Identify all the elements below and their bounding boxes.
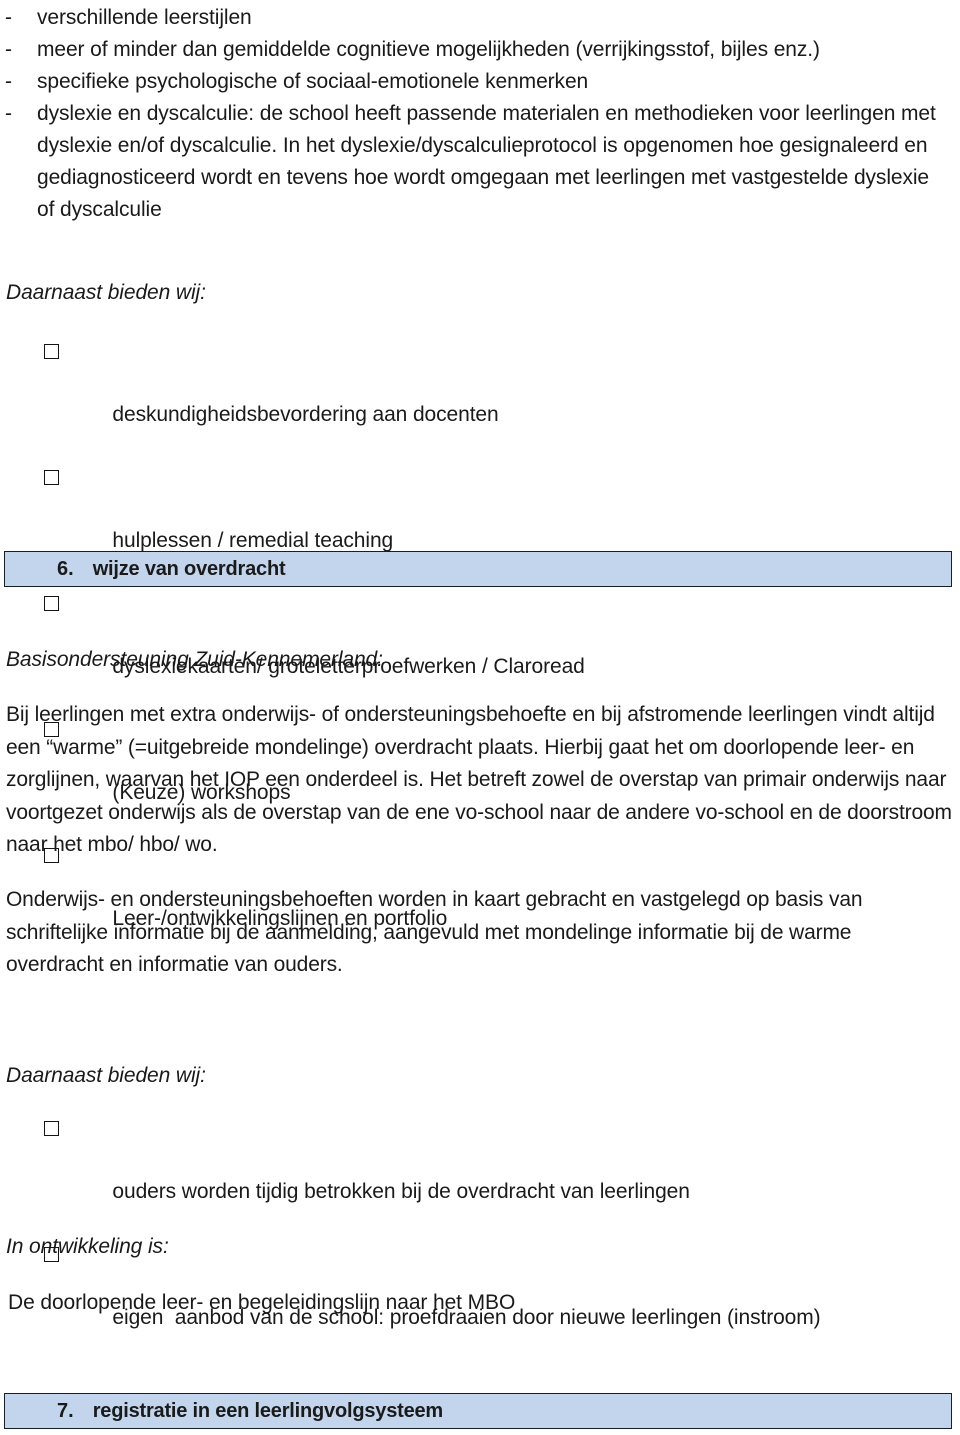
list-item: - verschillende leerstijlen — [0, 2, 960, 34]
section-title: wijze van overdracht — [92, 557, 286, 580]
list-item-label: deskundigheidsbevordering aan docenten — [112, 403, 499, 426]
offer-heading-1: Daarnaast bieden wij: — [6, 281, 206, 304]
list-item-text: specifieke psychologische of sociaal-emo… — [37, 70, 589, 93]
document-page: - verschillende leerstijlen - meer of mi… — [0, 0, 960, 1435]
list-item: - specifieke psychologische of sociaal-e… — [0, 66, 960, 98]
development-heading: In ontwikkeling is: — [6, 1235, 169, 1258]
list-item: - dyslexie en dyscalculie: de school hee… — [0, 98, 960, 226]
list-item-text: verschillende leerstijlen — [37, 6, 252, 29]
section-header-7: 7. registratie in een leerlingvolgsystee… — [4, 1393, 952, 1429]
dash-marker: - — [5, 6, 12, 29]
dash-marker: - — [5, 70, 12, 93]
dash-marker: - — [5, 102, 12, 125]
intro-dash-list: - verschillende leerstijlen - meer of mi… — [0, 2, 960, 226]
list-item: deskundigheidsbevordering aan docenten — [0, 336, 960, 462]
dash-marker: - — [5, 38, 12, 61]
section-number: 6. — [57, 557, 74, 580]
development-text: De doorlopende leer- en begeleidingslijn… — [8, 1291, 516, 1314]
list-item: - meer of minder dan gemiddelde cognitie… — [0, 34, 960, 66]
list-item: ouders worden tijdig betrokken bij de ov… — [0, 1113, 960, 1239]
list-item-label: ouders worden tijdig betrokken bij de ov… — [112, 1180, 690, 1203]
paragraph-1: Bij leerlingen met extra onderwijs- of o… — [6, 703, 952, 856]
section-title: registratie in een leerlingvolgsysteem — [92, 1399, 444, 1422]
paragraph-2: Onderwijs- en ondersteuningsbehoeften wo… — [6, 888, 863, 976]
checkbox-icon[interactable] — [44, 1121, 59, 1136]
checkbox-icon[interactable] — [44, 344, 59, 359]
checkbox-icon[interactable] — [44, 596, 59, 611]
section-header-6: 6. wijze van overdracht — [4, 551, 952, 587]
offer-heading-2: Daarnaast bieden wij: — [6, 1064, 206, 1087]
list-item-text: meer of minder dan gemiddelde cognitieve… — [37, 38, 820, 61]
basis-heading: Basisondersteuning Zuid-Kennemerland: — [6, 648, 383, 671]
list-item-label: hulplessen / remedial teaching — [112, 529, 394, 552]
section-number: 7. — [57, 1399, 74, 1422]
checkbox-icon[interactable] — [44, 470, 59, 485]
list-item-text: dyslexie en dyscalculie: de school heeft… — [37, 102, 936, 221]
